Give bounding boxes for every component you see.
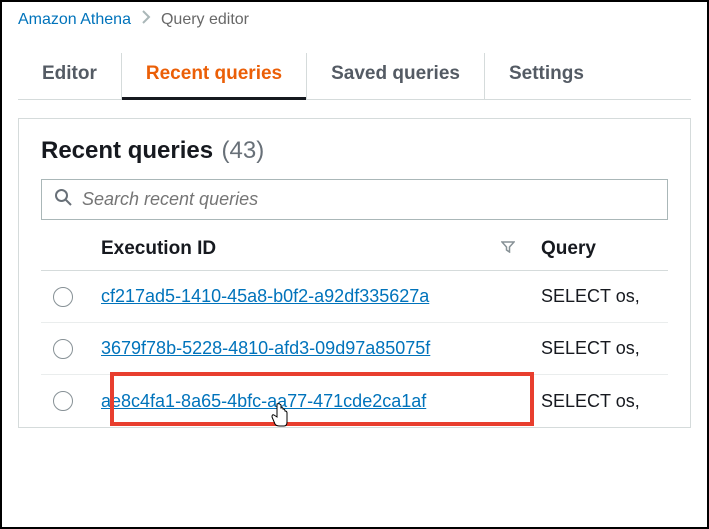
panel-count: (43) [222,137,265,164]
row-select-radio[interactable] [53,339,73,359]
breadcrumb-root-link[interactable]: Amazon Athena [18,11,131,29]
search-input[interactable] [82,189,655,210]
tab-saved-queries[interactable]: Saved queries [306,53,484,99]
panel-title: Recent queries [41,137,213,164]
column-header-execution-id[interactable]: Execution ID [101,238,541,260]
tab-settings[interactable]: Settings [484,53,608,99]
table-header: Execution ID Query [41,238,668,271]
query-cell: SELECT os, [541,286,668,307]
breadcrumb-current: Query editor [161,11,249,29]
breadcrumb: Amazon Athena Query editor [2,2,707,35]
tab-bar: Editor Recent queries Saved queries Sett… [2,35,707,99]
query-cell: SELECT os, [541,391,668,412]
search-box[interactable] [41,179,668,220]
execution-id-link[interactable]: 3679f78b-5228-4810-afd3-09d97a85075f [101,338,430,359]
query-cell: SELECT os, [541,338,668,359]
execution-id-link[interactable]: ae8c4fa1-8a65-4bfc-aa77-471cde2ca1af [101,391,426,412]
execution-id-link[interactable]: cf217ad5-1410-45a8-b0f2-a92df335627a [101,286,429,307]
table-row: ae8c4fa1-8a65-4bfc-aa77-471cde2ca1af SEL… [41,375,668,427]
row-select-radio[interactable] [53,391,73,411]
tab-recent-queries[interactable]: Recent queries [121,53,306,99]
recent-queries-panel: Recent queries (43) Execution ID Query c… [18,118,691,428]
filter-icon[interactable] [501,240,515,258]
execution-id-header-label: Execution ID [101,238,216,260]
search-icon [54,188,72,211]
table-row: cf217ad5-1410-45a8-b0f2-a92df335627a SEL… [41,271,668,323]
results-table: Execution ID Query cf217ad5-1410-45a8-b0… [41,238,668,427]
tab-editor[interactable]: Editor [18,53,121,99]
column-header-query[interactable]: Query [541,238,668,260]
row-select-radio[interactable] [53,287,73,307]
table-row: 3679f78b-5228-4810-afd3-09d97a85075f SEL… [41,323,668,375]
chevron-right-icon [141,10,151,29]
